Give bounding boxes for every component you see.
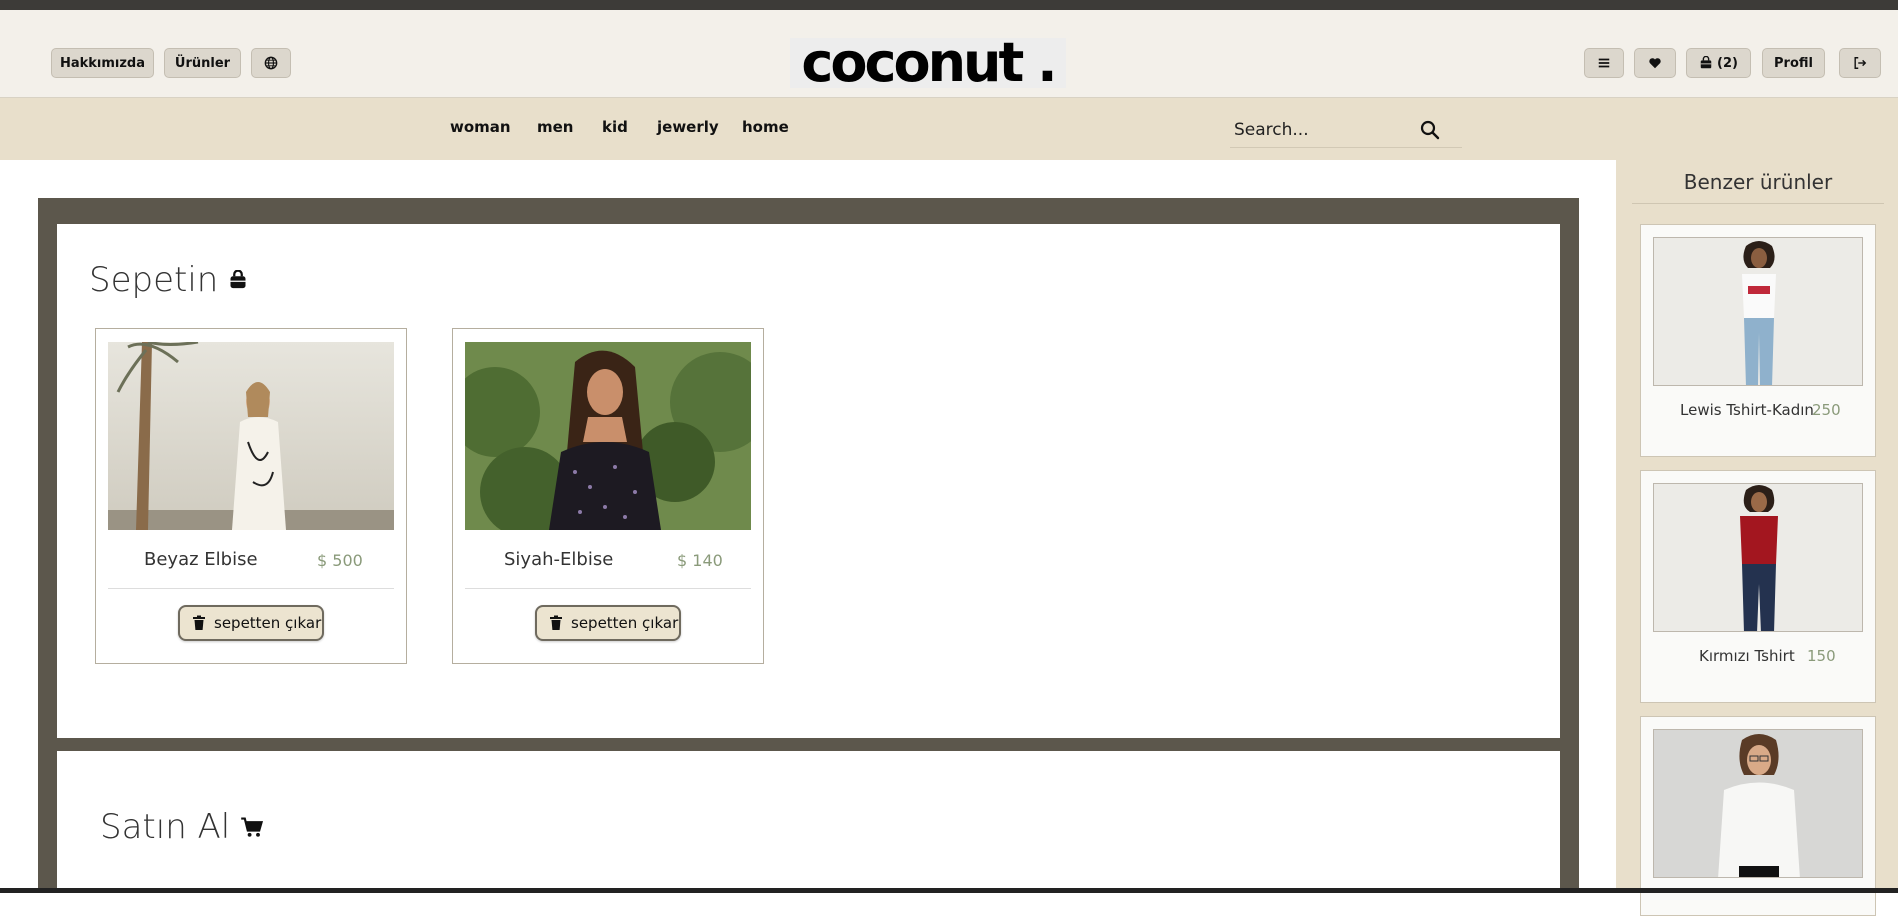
product-image-siyah-elbise[interactable] (465, 342, 751, 530)
nav-link-men[interactable]: men (537, 118, 573, 136)
search-icon[interactable] (1420, 120, 1440, 140)
search-bar (1230, 112, 1462, 148)
globe-icon (264, 56, 278, 70)
products-button[interactable]: Ürünler (164, 48, 241, 78)
divider (465, 588, 751, 589)
menu-button[interactable] (1584, 48, 1624, 78)
divider (108, 588, 394, 589)
cart-item-card: Beyaz Elbise $ 500 sepetten çıkar (95, 328, 407, 664)
remove-label: sepetten çıkar (214, 614, 322, 632)
logout-button[interactable] (1839, 48, 1881, 78)
bag-icon (1700, 56, 1712, 69)
nav-link-kid[interactable]: kid (602, 118, 628, 136)
trash-icon (550, 615, 562, 630)
checkout-title: Satın Al (100, 807, 264, 847)
product-image-beyaz-elbise[interactable] (108, 342, 394, 530)
product-photo (1654, 484, 1862, 631)
similar-product-image[interactable] (1653, 729, 1863, 878)
nav-link-woman[interactable]: woman (450, 118, 511, 136)
about-button[interactable]: Hakkımızda (51, 48, 154, 78)
similar-product-price: 250 (1812, 401, 1841, 419)
checkout-panel: Satın Al (57, 751, 1560, 901)
similar-product-card[interactable]: Kırmızı Tshirt 150 (1640, 470, 1876, 703)
similar-product-name: Lewis Tshirt-Kadın (1680, 401, 1814, 419)
remove-from-cart-button[interactable]: sepetten çıkar (178, 605, 324, 641)
logout-icon (1854, 57, 1867, 69)
product-photo (108, 342, 394, 530)
similar-product-price: 150 (1807, 647, 1836, 665)
favorites-button[interactable] (1634, 48, 1676, 78)
similar-products-sidebar: Benzer ürünler Lewis Tshirt-Kadın 250 Kı… (1616, 160, 1898, 916)
profile-button[interactable]: Profil (1762, 48, 1825, 78)
hamburger-icon (1598, 58, 1610, 68)
product-photo (1654, 238, 1862, 385)
similar-product-name: Kırmızı Tshirt (1699, 647, 1795, 665)
cart-button[interactable]: (2) (1686, 48, 1751, 78)
nav-link-home[interactable]: home (742, 118, 789, 136)
cart-item-name: Beyaz Elbise (144, 549, 258, 570)
main-frame: Sepetin Beyaz Elbise $ 500 sepetten çıka… (38, 198, 1579, 901)
similar-title: Benzer ürünler (1632, 168, 1884, 204)
product-photo (465, 342, 751, 530)
search-input[interactable] (1234, 118, 1424, 142)
site-logo[interactable]: coconut . (790, 36, 1066, 90)
checkout-title-text: Satın Al (100, 807, 231, 847)
site-header: Hakkımızda Ürünler coconut . (2) Profil (0, 10, 1898, 98)
trash-icon (193, 615, 205, 630)
product-photo (1654, 730, 1862, 877)
heart-icon (1649, 58, 1661, 69)
cart-title-text: Sepetin (89, 260, 219, 300)
cart-item-name: Siyah-Elbise (504, 549, 614, 570)
shopping-cart-icon (241, 817, 264, 837)
cart-panel: Sepetin Beyaz Elbise $ 500 sepetten çıka… (57, 224, 1560, 738)
bag-icon (230, 270, 246, 289)
cart-title: Sepetin (89, 260, 248, 300)
similar-product-image[interactable] (1653, 483, 1863, 632)
similar-product-card[interactable] (1640, 716, 1876, 916)
cart-item-price: $ 500 (317, 551, 363, 570)
cart-item-price: $ 140 (677, 551, 723, 570)
window-top-bar (0, 0, 1898, 10)
language-button[interactable] (251, 48, 291, 78)
similar-product-image[interactable] (1653, 237, 1863, 386)
cart-count: (2) (1717, 55, 1738, 71)
category-nav: woman men kid jewerly home (0, 98, 1898, 160)
window-bottom-bar (0, 888, 1898, 893)
remove-from-cart-button[interactable]: sepetten çıkar (535, 605, 681, 641)
similar-product-card[interactable]: Lewis Tshirt-Kadın 250 (1640, 224, 1876, 457)
cart-item-card: Siyah-Elbise $ 140 sepetten çıkar (452, 328, 764, 664)
nav-link-jewerly[interactable]: jewerly (657, 118, 719, 136)
remove-label: sepetten çıkar (571, 614, 679, 632)
